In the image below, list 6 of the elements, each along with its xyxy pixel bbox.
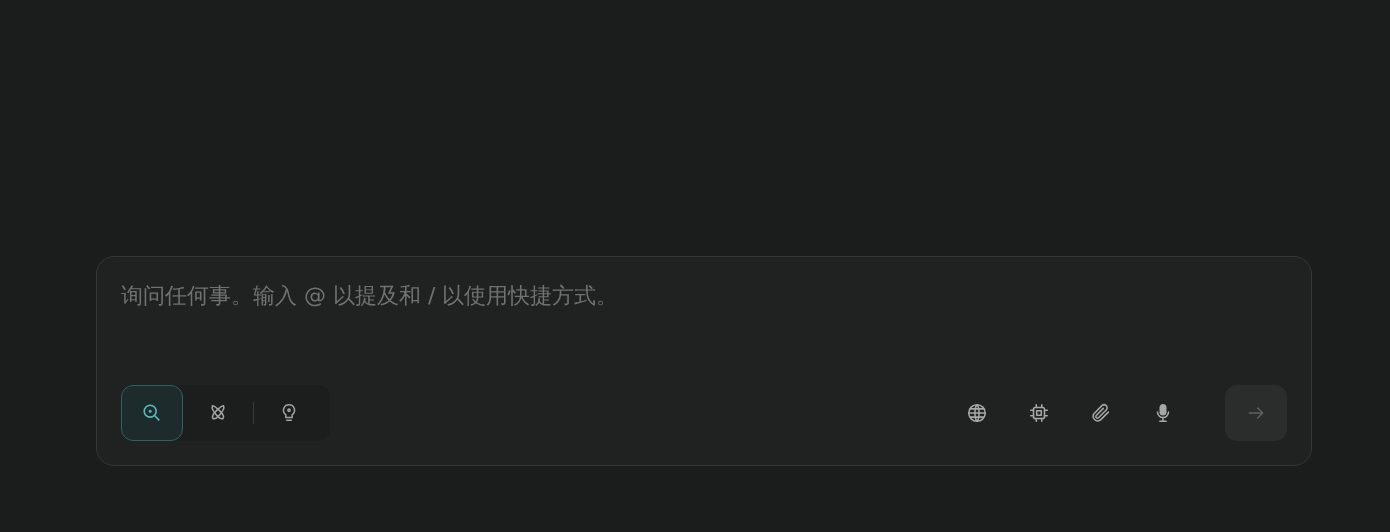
search-icon xyxy=(141,402,163,424)
paperclip-icon xyxy=(1090,402,1112,424)
globe-icon xyxy=(966,402,988,424)
prompt-field[interactable]: 询问任何事。输入 @ 以提及和 / 以使用快捷方式。 xyxy=(121,281,1287,321)
mode-button[interactable] xyxy=(121,385,183,441)
chip-icon xyxy=(1028,402,1050,424)
